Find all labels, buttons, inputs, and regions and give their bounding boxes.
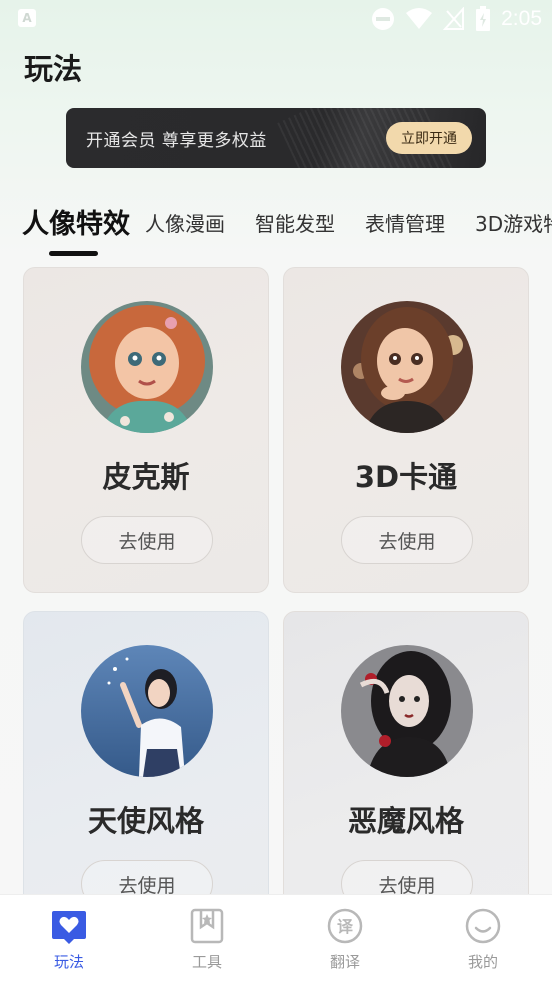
card-title: 3D卡通 [354, 460, 458, 494]
use-button[interactable]: 去使用 [341, 516, 473, 564]
use-button[interactable]: 去使用 [81, 516, 213, 564]
nav-item-translate[interactable]: 译 翻译 [276, 895, 414, 981]
effect-card-3d-cartoon[interactable]: 3D卡通 去使用 [283, 267, 529, 593]
card-title: 天使风格 [87, 804, 204, 838]
battery-icon [476, 6, 491, 31]
no-signal-icon [443, 7, 465, 30]
3d-cartoon-avatar [341, 301, 473, 433]
do-not-disturb-icon [372, 8, 395, 30]
tab-expression[interactable]: 表情管理 [365, 208, 445, 237]
heart-chat-icon [52, 911, 86, 944]
nav-item-tools[interactable]: 工具 [138, 895, 276, 981]
svg-text:译: 译 [337, 917, 354, 936]
tab-portrait-comic[interactable]: 人像漫画 [145, 208, 225, 237]
tab-smart-hairstyle[interactable]: 智能发型 [255, 208, 335, 237]
pixar-avatar [81, 301, 213, 433]
vip-open-button[interactable]: 立即开通 [386, 122, 472, 154]
wifi-icon [406, 8, 433, 29]
status-bar: A 2:05 [0, 0, 552, 40]
vip-banner-text: 开通会员 尊享更多权益 [86, 131, 267, 151]
smile-icon [465, 908, 501, 944]
nav-label: 我的 [467, 953, 498, 971]
devil-style-avatar [341, 645, 473, 777]
clock: 2:05 [501, 7, 542, 30]
nav-item-mine[interactable]: 我的 [414, 895, 552, 981]
nav-label: 工具 [191, 953, 222, 971]
category-tabs: 人像特效 人像漫画 智能发型 表情管理 3D游戏特 [0, 196, 552, 266]
tab-3d-game[interactable]: 3D游戏特 [475, 208, 552, 237]
bottom-nav: 玩法 工具 译 翻译 我的 [0, 894, 552, 981]
angel-style-avatar [81, 645, 213, 777]
nav-item-play[interactable]: 玩法 [0, 895, 138, 981]
effect-card-devil[interactable]: 恶魔风格 去使用 [283, 611, 529, 937]
status-icons: 2:05 [371, 4, 542, 34]
tab-portrait-effects[interactable]: 人像特效 [22, 202, 130, 241]
vip-banner[interactable]: 开通会员 尊享更多权益 立即开通 [66, 108, 486, 168]
effect-card-angel[interactable]: 天使风格 去使用 [23, 611, 269, 937]
bookmark-star-icon [190, 908, 224, 944]
app-notification-icon: A [18, 9, 36, 27]
card-title: 恶魔风格 [347, 804, 464, 838]
card-title: 皮克斯 [102, 460, 190, 494]
effect-card-pixar[interactable]: 皮克斯 去使用 [23, 267, 269, 593]
nav-label: 翻译 [329, 953, 360, 971]
active-tab-indicator [49, 251, 98, 256]
page-title: 玩法 [24, 52, 83, 86]
nav-label: 玩法 [53, 953, 84, 971]
translate-icon: 译 [327, 908, 363, 944]
